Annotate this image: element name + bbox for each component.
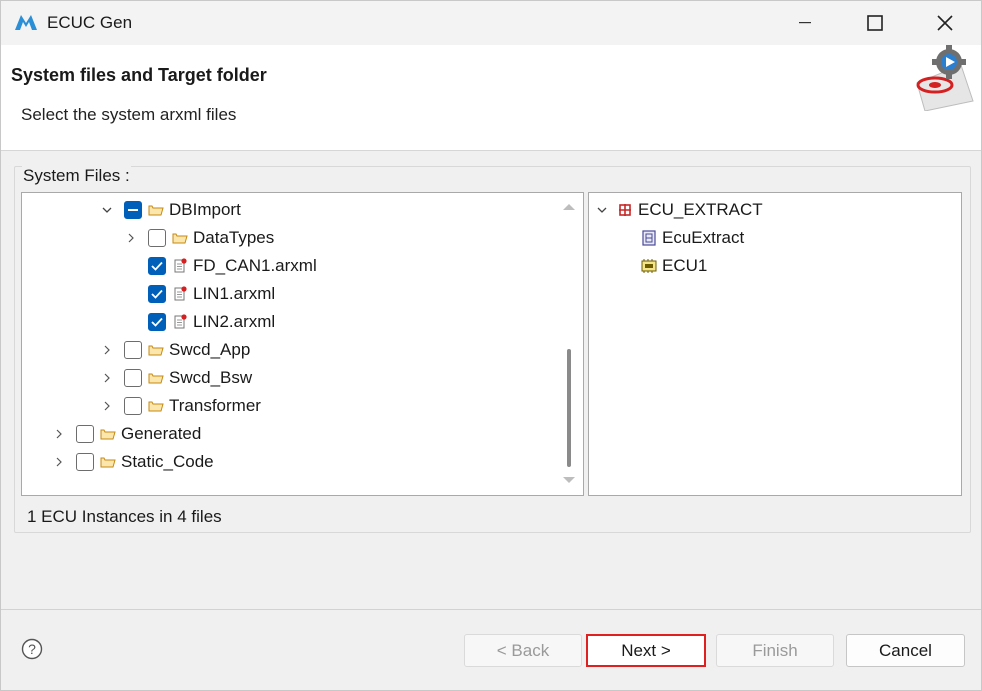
ecu-extract-package-icon — [617, 202, 633, 218]
tree-item-fd-can1[interactable]: FD_CAN1.arxml — [148, 252, 317, 280]
system-files-tree[interactable]: DBImport DataTypes FD_CAN1.arxml LIN1.ar… — [21, 192, 584, 496]
tree-item-ecu-extract-package[interactable]: ECU_EXTRACT — [595, 196, 763, 224]
wizard-banner-icon — [916, 45, 974, 111]
chevron-right-icon[interactable] — [100, 371, 114, 385]
folder-icon — [172, 230, 188, 246]
ecu-instance-icon — [641, 258, 657, 274]
chevron-right-icon[interactable] — [100, 399, 114, 413]
checkbox[interactable] — [124, 397, 142, 415]
close-button[interactable] — [922, 1, 968, 45]
title-bar: ECUC Gen — [1, 1, 981, 45]
tree-item-label: DBImport — [169, 200, 241, 219]
next-button[interactable]: Next > — [586, 634, 706, 667]
close-icon — [937, 15, 953, 31]
chevron-right-icon[interactable] — [124, 231, 138, 245]
folder-icon — [100, 454, 116, 470]
checkbox[interactable] — [76, 453, 94, 471]
tree-item-label: DataTypes — [193, 228, 275, 247]
tree-item-label: FD_CAN1.arxml — [193, 256, 317, 275]
chevron-right-icon[interactable] — [100, 343, 114, 357]
tree-item-dbimport[interactable]: DBImport — [100, 196, 241, 224]
page-description: Select the system arxml files — [21, 105, 237, 124]
chevron-down-icon[interactable] — [100, 203, 114, 217]
finish-button[interactable]: Finish — [716, 634, 834, 667]
tree-item-label: ECU1 — [662, 256, 708, 275]
tree-item-ecuextract[interactable]: EcuExtract — [641, 224, 744, 252]
tree-item-lin1[interactable]: LIN1.arxml — [148, 280, 275, 308]
arxml-file-icon — [172, 258, 188, 274]
scroll-up-arrow-icon[interactable] — [563, 204, 575, 210]
tree-item-label: LIN2.arxml — [193, 312, 276, 331]
tree-item-label: EcuExtract — [662, 228, 745, 247]
page-title: System files and Target folder — [11, 65, 267, 85]
chevron-down-icon[interactable] — [595, 203, 609, 217]
tree-item-label: Static_Code — [121, 452, 214, 471]
minimize-icon — [799, 22, 811, 24]
tree-item-label: Generated — [121, 424, 202, 443]
help-icon[interactable]: ? — [21, 638, 43, 660]
arxml-file-icon — [172, 286, 188, 302]
minimize-button[interactable] — [782, 1, 828, 45]
chevron-right-icon[interactable] — [52, 427, 66, 441]
checkbox[interactable] — [76, 425, 94, 443]
folder-icon — [148, 342, 164, 358]
tree-item-label: ECU_EXTRACT — [638, 200, 763, 219]
cancel-button[interactable]: Cancel — [846, 634, 965, 667]
tree-item-static-code[interactable]: Static_Code — [52, 448, 214, 476]
back-button[interactable]: < Back — [464, 634, 582, 667]
checkbox-checked[interactable] — [148, 313, 166, 331]
footer-separator — [1, 609, 981, 610]
folder-icon — [148, 398, 164, 414]
scrollbar-thumb[interactable] — [567, 349, 571, 467]
maximize-icon — [867, 15, 883, 31]
arxml-file-icon — [172, 314, 188, 330]
tree-item-ecu1[interactable]: ECU1 — [641, 252, 707, 280]
checkbox-checked[interactable] — [148, 257, 166, 275]
checkbox-partial[interactable] — [124, 201, 142, 219]
ecu-instances-tree[interactable]: ECU_EXTRACT EcuExtract ECU1 — [588, 192, 962, 496]
svg-text:?: ? — [28, 641, 36, 657]
checkbox[interactable] — [148, 229, 166, 247]
folder-icon — [148, 202, 164, 218]
tree-item-generated[interactable]: Generated — [52, 420, 201, 448]
ecu-extract-icon — [641, 230, 657, 246]
wizard-window: ECUC Gen System files and Target folder … — [0, 0, 982, 691]
folder-icon — [148, 370, 164, 386]
tree-item-label: LIN1.arxml — [193, 284, 276, 303]
status-text: 1 ECU Instances in 4 files — [27, 507, 222, 526]
tree-item-label: Transformer — [169, 396, 261, 415]
tree-item-label: Swcd_App — [169, 340, 251, 359]
tree-item-label: Swcd_Bsw — [169, 368, 253, 387]
checkbox[interactable] — [124, 369, 142, 387]
tree-item-transformer[interactable]: Transformer — [100, 392, 261, 420]
app-logo-icon — [15, 15, 37, 30]
folder-icon — [100, 426, 116, 442]
tree-item-swcd-app[interactable]: Swcd_App — [100, 336, 250, 364]
scrollbar-track — [563, 204, 575, 483]
wizard-header: System files and Target folder Select th… — [1, 45, 981, 151]
checkbox-checked[interactable] — [148, 285, 166, 303]
tree-item-swcd-bsw[interactable]: Swcd_Bsw — [100, 364, 252, 392]
maximize-button[interactable] — [852, 1, 898, 45]
tree-item-lin2[interactable]: LIN2.arxml — [148, 308, 275, 336]
system-files-label: System Files : — [22, 166, 131, 186]
chevron-right-icon[interactable] — [52, 455, 66, 469]
checkbox[interactable] — [124, 341, 142, 359]
tree-item-datatypes[interactable]: DataTypes — [124, 224, 274, 252]
window-title: ECUC Gen — [47, 13, 133, 32]
vertical-scrollbar[interactable] — [557, 193, 581, 493]
scroll-down-arrow-icon[interactable] — [563, 477, 575, 483]
